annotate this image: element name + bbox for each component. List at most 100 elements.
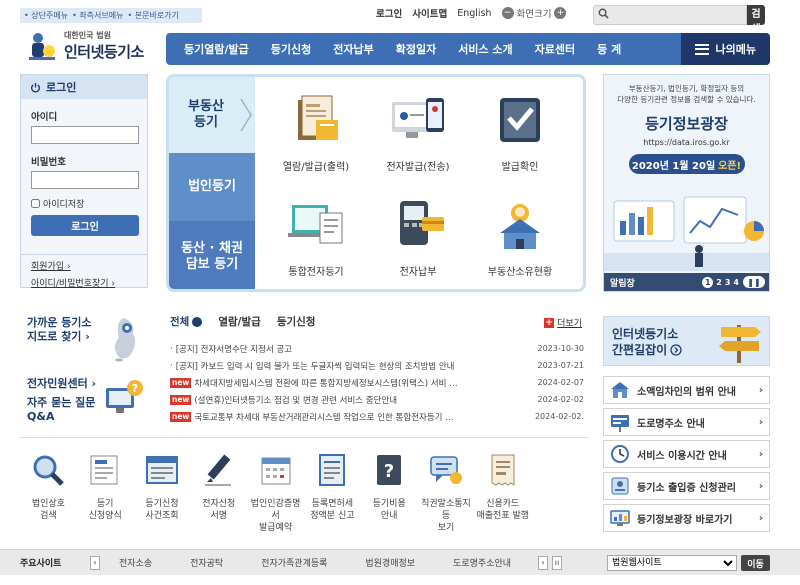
pause-icon[interactable]: ❚❚ [743,276,765,288]
chevron-right-icon: › [758,448,763,460]
skip-link-submenu[interactable]: • 좌측서브메뉴 [72,10,123,21]
banner-page-4[interactable]: 4 [733,278,739,287]
util-sitemap-link[interactable]: 사이트맵 [412,6,447,20]
promo-banner[interactable]: 부동산등기, 법인등기, 확정일자 등의 다양한 등기관련 정보를 검색할 수 … [603,74,770,292]
faq-link[interactable]: 자주 묻는 질문 Q&A [27,396,95,424]
shortcut-corp-name-search[interactable]: 법인상호 검색 [20,452,77,534]
link-small-tenant[interactable]: 소액임차인의 범위 안내 › [603,376,770,404]
easy-guide-link[interactable]: 인터넷등기소 간편길잡이 [603,316,770,366]
service-e-payment[interactable]: 전자납부 [368,199,468,278]
util-english-link[interactable]: English [457,8,491,19]
logo-subtitle: 대한민국 법원 [64,31,111,40]
util-login-link[interactable]: 로그인 [376,6,402,20]
chevron-right-icon [240,98,252,132]
shortcut-forms[interactable]: 등기 신청양식 [77,452,134,534]
shortcut-card-receipt[interactable]: 신용카드 매출전표 발행 [474,452,531,534]
tab-corporate[interactable]: 법인등기 [169,153,255,221]
shortcut-icon-row: 법인상호 검색 등기 신청양식 등기신청 사건조회 전자신청 서명 법인인감증명… [20,452,588,534]
save-id-option[interactable]: 아이디저장 [31,197,147,210]
new-badge: new [170,411,192,422]
gnb-item-service-intro[interactable]: 서비스 소개 [447,41,523,57]
notice-row[interactable]: new 차세대지방세입시스템 전환에 따른 통합지방세정보시스템(위택스) 서비 … [170,374,584,391]
section-divider [20,437,588,438]
service-integrated-e-registry[interactable]: 통합전자등기 [266,199,366,278]
password-field[interactable] [31,171,139,189]
site-link-road-address[interactable]: 도로명주소안내 [453,556,511,569]
service-e-issue[interactable]: 전자발급(전송) [368,94,468,173]
office-map-link[interactable]: 가까운 등기소 지도로 찾기 › [27,316,92,344]
notice-row[interactable]: · [공지] 카보드 입력 시 입력 불가 또는 두글자씩 입력되는 현상의 조… [170,357,584,374]
pause-icon[interactable]: ıı [552,555,562,570]
zoom-out-button[interactable]: − [501,7,514,19]
gnb-item-fixed-date[interactable]: 확정일자 [385,41,447,57]
tab-movable-assets[interactable]: 동산 · 채권 담보 등기 [169,221,255,289]
notice-row[interactable]: new 국토교통부 차세대 부동산거래관리시스템 작업으로 인한 통합전자등기 …… [170,408,584,425]
shortcut-license-tax[interactable]: 등록면허세 정액분 신고 [304,452,361,534]
shortcut-cancellation-notice[interactable]: 직권말소통지등 보기 [418,452,475,534]
link-service-hours[interactable]: 서비스 이용시간 안내 › [603,440,770,468]
clock-icon [611,445,629,463]
go-button[interactable]: 이동 [741,555,770,571]
faq-label: 자주 묻는 질문 [27,396,96,409]
id-field[interactable] [31,126,139,144]
zoom-in-button[interactable]: + [554,7,567,19]
e-civil-center-link[interactable]: 전자민원센터 › [27,377,96,391]
service-property-ownership[interactable]: 부동산소유현황 [470,199,570,278]
tab-registration[interactable]: 등기신청 [277,314,316,329]
shortcut-label: 등기신청 사건조회 [145,499,179,521]
main-navigation: 등기열람/발급 등기신청 전자납부 확정일자 서비스 소개 자료센터 등 계 나… [166,33,770,65]
link-road-address[interactable]: 도로명주소 안내 › [603,408,770,436]
search-button[interactable]: 검색 [747,5,765,35]
tab-view-issue[interactable]: 열람/발급 [218,314,260,329]
my-menu-button[interactable]: 나의메뉴 [680,33,770,65]
search-input[interactable] [593,5,747,25]
tab-all[interactable]: 전체 [170,314,203,329]
browser-window-icon [145,456,178,484]
notice-title: 차세대지방세입시스템 전환에 따른 통합지방세정보시스템(위택스) 서비 … [194,378,458,389]
shortcut-case-lookup[interactable]: 등기신청 사건조회 [134,452,191,534]
service-view-issue[interactable]: 열람/발급(출력) [266,94,366,173]
login-button[interactable]: 로그인 [31,215,139,236]
check-badge-icon [500,98,540,142]
monitor-phone-icon [392,98,444,138]
notice-board: 전체 열람/발급 등기신청 + 더보기 · [공지] 전자서명수단 지정서 공고 2… [170,314,584,425]
find-account-link[interactable]: 아이디/비밀번호찾기 › [31,276,147,289]
site-link-e-deposit[interactable]: 전자공탁 [190,556,223,569]
notice-row[interactable]: · [공지] 전자서명수단 지정서 공고 2023-10-30 [170,340,584,357]
link-access-pass[interactable]: 등기소 출입증 신청관리 › [603,472,770,500]
gnb-item-view-issue[interactable]: 등기열람/발급 [166,41,260,57]
utility-menu: 로그인 사이트맵 English − 화면크기 + [376,6,567,20]
more-link[interactable]: + 더보기 [544,316,582,329]
save-id-checkbox[interactable] [31,199,40,208]
payment-terminal-icon [400,201,444,245]
skip-link-content[interactable]: • 본문바로가기 [127,10,178,21]
gnb-item-apply[interactable]: 등기신청 [260,41,322,57]
calendar-icon [261,457,291,485]
site-link-family-registry[interactable]: 전자가족관계등록 [261,556,327,569]
gnb-item-stats[interactable]: 등 계 [586,41,632,57]
shortcut-e-sign[interactable]: 전자신청 서명 [190,452,247,534]
major-sites-label: 주요사이트 [20,559,62,569]
report-document-icon [319,454,346,486]
next-arrow-icon[interactable]: › [538,555,548,570]
notice-row[interactable]: new (설연휴)인터넷등기소 점검 및 변경 관련 서비스 중단안내 2024-0… [170,391,584,408]
gnb-item-epay[interactable]: 전자납부 [322,41,384,57]
prev-arrow-icon[interactable]: ‹ [90,555,100,570]
shortcut-seal-reservation[interactable]: 법인인감증명서 발급예약 [247,452,304,534]
site-link-e-litigation[interactable]: 전자소송 [119,556,152,569]
site-link-auction[interactable]: 법원경매정보 [365,556,415,569]
shortcut-cost-guide[interactable]: ? 등기비용 안내 [361,452,418,534]
join-link[interactable]: 회원가입 › [31,259,147,272]
banner-page-2[interactable]: 2 [716,278,722,287]
link-data-plaza[interactable]: 등기정보광장 바로가기 › [603,504,770,532]
banner-page-3[interactable]: 3 [725,278,731,287]
banner-page-1[interactable]: 1 [702,276,714,288]
more-label: 더보기 [557,319,582,329]
shortcut-label: 법인인감증명서 발급예약 [250,499,301,533]
court-site-select[interactable]: 법원웹사이트 [607,555,737,571]
gnb-item-resources[interactable]: 자료센터 [524,41,586,57]
court-logo-icon [29,33,55,60]
service-verify[interactable]: 발급확인 [470,94,570,173]
site-logo[interactable]: 대한민국 법원 인터넷등기소 [26,28,156,64]
skip-link-topmenu[interactable]: • 상단주메뉴 [24,10,68,21]
